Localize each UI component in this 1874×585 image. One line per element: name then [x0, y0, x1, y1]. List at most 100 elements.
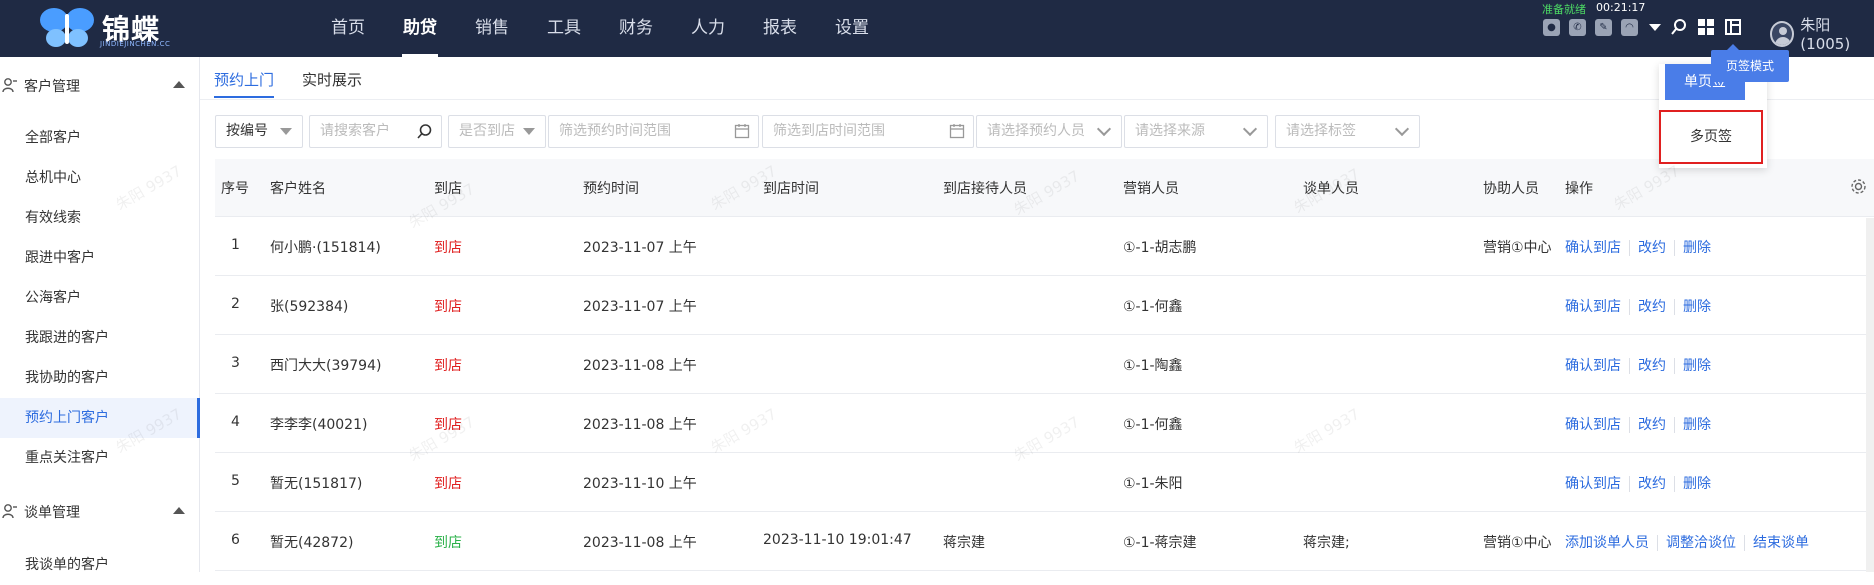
sidebar-group-deal-management[interactable]: 谈单管理 [0, 491, 200, 531]
more-dropdown-icon[interactable] [1649, 23, 1661, 31]
cell-appt: 2023-11-08 上午 [583, 358, 697, 374]
nav-settings[interactable]: 设置 [816, 0, 888, 57]
table-row[interactable]: 4 李李李(40021) 到店 2023-11-08 上午 ①-1-何鑫 确认到店 改约 删除 [215, 394, 1874, 453]
cell-name: 西门大大(39794) [270, 358, 382, 374]
action-link[interactable]: 添加谈单人员 [1565, 535, 1649, 551]
action-link[interactable]: 确认到店 [1565, 476, 1621, 492]
sidebar-item-my-assisting[interactable]: 我协助的客户 [0, 358, 200, 398]
sidebar-item-key-focus[interactable]: 重点关注客户 [0, 438, 200, 478]
cell-name: 何小鹏·(151814) [270, 240, 381, 256]
tag-placeholder: 请选择标签 [1286, 123, 1356, 139]
arrived-placeholder: 是否到店 [459, 123, 515, 139]
row-actions: 确认到店 改约 删除 [1565, 414, 1711, 434]
action-link[interactable]: 确认到店 [1565, 240, 1621, 256]
table-row[interactable]: 6 暂无(42872) 到店 2023-11-08 上午 2023-11-10 19:0… [215, 512, 1874, 571]
search-icon[interactable] [416, 123, 433, 140]
avatar [1770, 20, 1795, 47]
tab-appointment-visit[interactable]: 预约上门 [214, 62, 275, 98]
nav-hr[interactable]: 人力 [672, 0, 744, 57]
appointment-person-select[interactable]: 请选择预约人员 [976, 115, 1122, 148]
phone-icon[interactable]: ✆ [1569, 18, 1586, 36]
action-link[interactable]: 删除 [1683, 476, 1711, 492]
calendar-icon [949, 124, 965, 139]
nav-finance[interactable]: 财务 [600, 0, 672, 57]
source-select[interactable]: 请选择来源 [1124, 115, 1268, 148]
sidebar-item-public-pool[interactable]: 公海客户 [0, 278, 200, 318]
action-link[interactable]: 改约 [1638, 240, 1666, 256]
action-link[interactable]: 确认到店 [1565, 358, 1621, 374]
vertical-scrollbar[interactable] [1866, 218, 1874, 572]
sidebar-item-appointment-visits[interactable]: 预约上门客户 [0, 398, 200, 438]
tabs-divider [200, 99, 1874, 100]
cell-no: 1 [231, 237, 240, 253]
tag-select[interactable]: 请选择标签 [1275, 115, 1420, 148]
action-link[interactable]: 删除 [1683, 240, 1711, 256]
main-nav: 首页 助贷 销售 工具 财务 人力 报表 设置 [312, 0, 888, 57]
sidebar-item-my-following[interactable]: 我跟进的客户 [0, 318, 200, 358]
action-link[interactable]: 改约 [1638, 358, 1666, 374]
toolbar-icons: ● ✆ ✎ ◠ [1543, 18, 1742, 36]
nav-tools[interactable]: 工具 [528, 0, 600, 57]
nav-loan-assist[interactable]: 助贷 [384, 0, 456, 57]
record-icon[interactable]: ● [1543, 18, 1560, 36]
action-link[interactable]: 改约 [1638, 417, 1666, 433]
sidebar-item-valid-leads[interactable]: 有效线索 [0, 198, 200, 238]
cell-sales: ①-1-朱阳 [1123, 476, 1183, 492]
nav-reports[interactable]: 报表 [744, 0, 816, 57]
cell-sales: ①-1-何鑫 [1123, 299, 1183, 315]
tab-mode-icon[interactable] [1724, 18, 1742, 36]
header-no: 序号 [221, 181, 249, 197]
tab-realtime-display[interactable]: 实时展示 [302, 62, 362, 98]
action-link[interactable]: 调整洽谈位 [1666, 535, 1736, 551]
grid-apps-icon[interactable] [1697, 18, 1715, 36]
action-link[interactable]: 确认到店 [1565, 417, 1621, 433]
deal-group-icon [2, 504, 17, 519]
search-icon[interactable] [1670, 18, 1688, 36]
cell-name: 暂无(151817) [270, 476, 363, 492]
company-logo[interactable]: 锦蝶 JINDIEJINCHEN.CC [38, 4, 188, 50]
nav-sales[interactable]: 销售 [456, 0, 528, 57]
sidebar-item-all-customers[interactable]: 全部客户 [0, 118, 200, 158]
action-link[interactable]: 删除 [1683, 417, 1711, 433]
action-divider [1629, 299, 1630, 315]
action-link[interactable]: 确认到店 [1565, 299, 1621, 315]
cell-appt: 2023-11-07 上午 [583, 299, 697, 315]
table-row[interactable]: 1 何小鹏·(151814) 到店 2023-11-07 上午 ①-1-胡志鹏 营销①中心… [215, 217, 1874, 276]
action-link[interactable]: 删除 [1683, 358, 1711, 374]
row-actions: 确认到店 改约 删除 [1565, 355, 1711, 375]
headset-icon[interactable]: ◠ [1621, 18, 1638, 36]
sort-select[interactable]: 按编号 [215, 115, 303, 148]
user-name: 朱阳(1005) [1800, 16, 1851, 53]
table-row[interactable]: 3 西门大大(39794) 到店 2023-11-08 上午 ①-1-陶鑫 确认到店 改约 删… [215, 335, 1874, 394]
table-row[interactable]: 2 张(592384) 到店 2023-11-07 上午 ①-1-何鑫 确认到店 改约 删除 [215, 276, 1874, 335]
cell-sales: ①-1-陶鑫 [1123, 358, 1183, 374]
appointment-time-range[interactable]: 筛选预约时间范围 [548, 115, 759, 148]
action-link[interactable]: 改约 [1638, 476, 1666, 492]
action-link[interactable]: 改约 [1638, 299, 1666, 315]
cell-sales: ①-1-胡志鹏 [1123, 240, 1197, 256]
arrive-time-range[interactable]: 筛选到店时间范围 [762, 115, 974, 148]
customer-search-input[interactable]: 请搜索客户 [309, 115, 442, 148]
sub-tabs: 预约上门 实时展示 [214, 62, 390, 98]
cell-arrive: 到店 [434, 417, 462, 433]
action-link[interactable]: 结束谈单 [1753, 535, 1809, 551]
multi-tab-option[interactable]: 多页签 [1659, 110, 1763, 164]
sidebar-item-following[interactable]: 跟进中客户 [0, 238, 200, 278]
nav-home[interactable]: 首页 [312, 0, 384, 57]
sidebar-item-my-deals[interactable]: 我谈单的客户 [0, 545, 200, 585]
user-menu[interactable]: 朱阳(1005) [1770, 14, 1874, 53]
sidebar-item-switchboard[interactable]: 总机中心 [0, 158, 200, 198]
action-link[interactable]: 删除 [1683, 299, 1711, 315]
table-row[interactable]: 5 暂无(151817) 到店 2023-11-10 上午 ①-1-朱阳 确认到店 改约 删除 [215, 453, 1874, 512]
cell-no: 4 [231, 414, 240, 430]
arrived-select[interactable]: 是否到店 [448, 115, 546, 148]
edit-icon[interactable]: ✎ [1595, 18, 1612, 36]
multi-tab-label: 多页签 [1690, 129, 1732, 145]
chevron-up-icon [173, 507, 185, 514]
header-name: 客户姓名 [270, 181, 326, 197]
cell-arrive: 到店 [434, 535, 462, 551]
gear-icon[interactable] [1850, 178, 1867, 195]
cell-name: 张(592384) [270, 299, 349, 315]
sidebar-group-customer-management[interactable]: 客户管理 [0, 65, 200, 105]
top-navigation-bar: 锦蝶 JINDIEJINCHEN.CC 首页 助贷 销售 工具 财务 人力 报表… [0, 0, 1874, 57]
